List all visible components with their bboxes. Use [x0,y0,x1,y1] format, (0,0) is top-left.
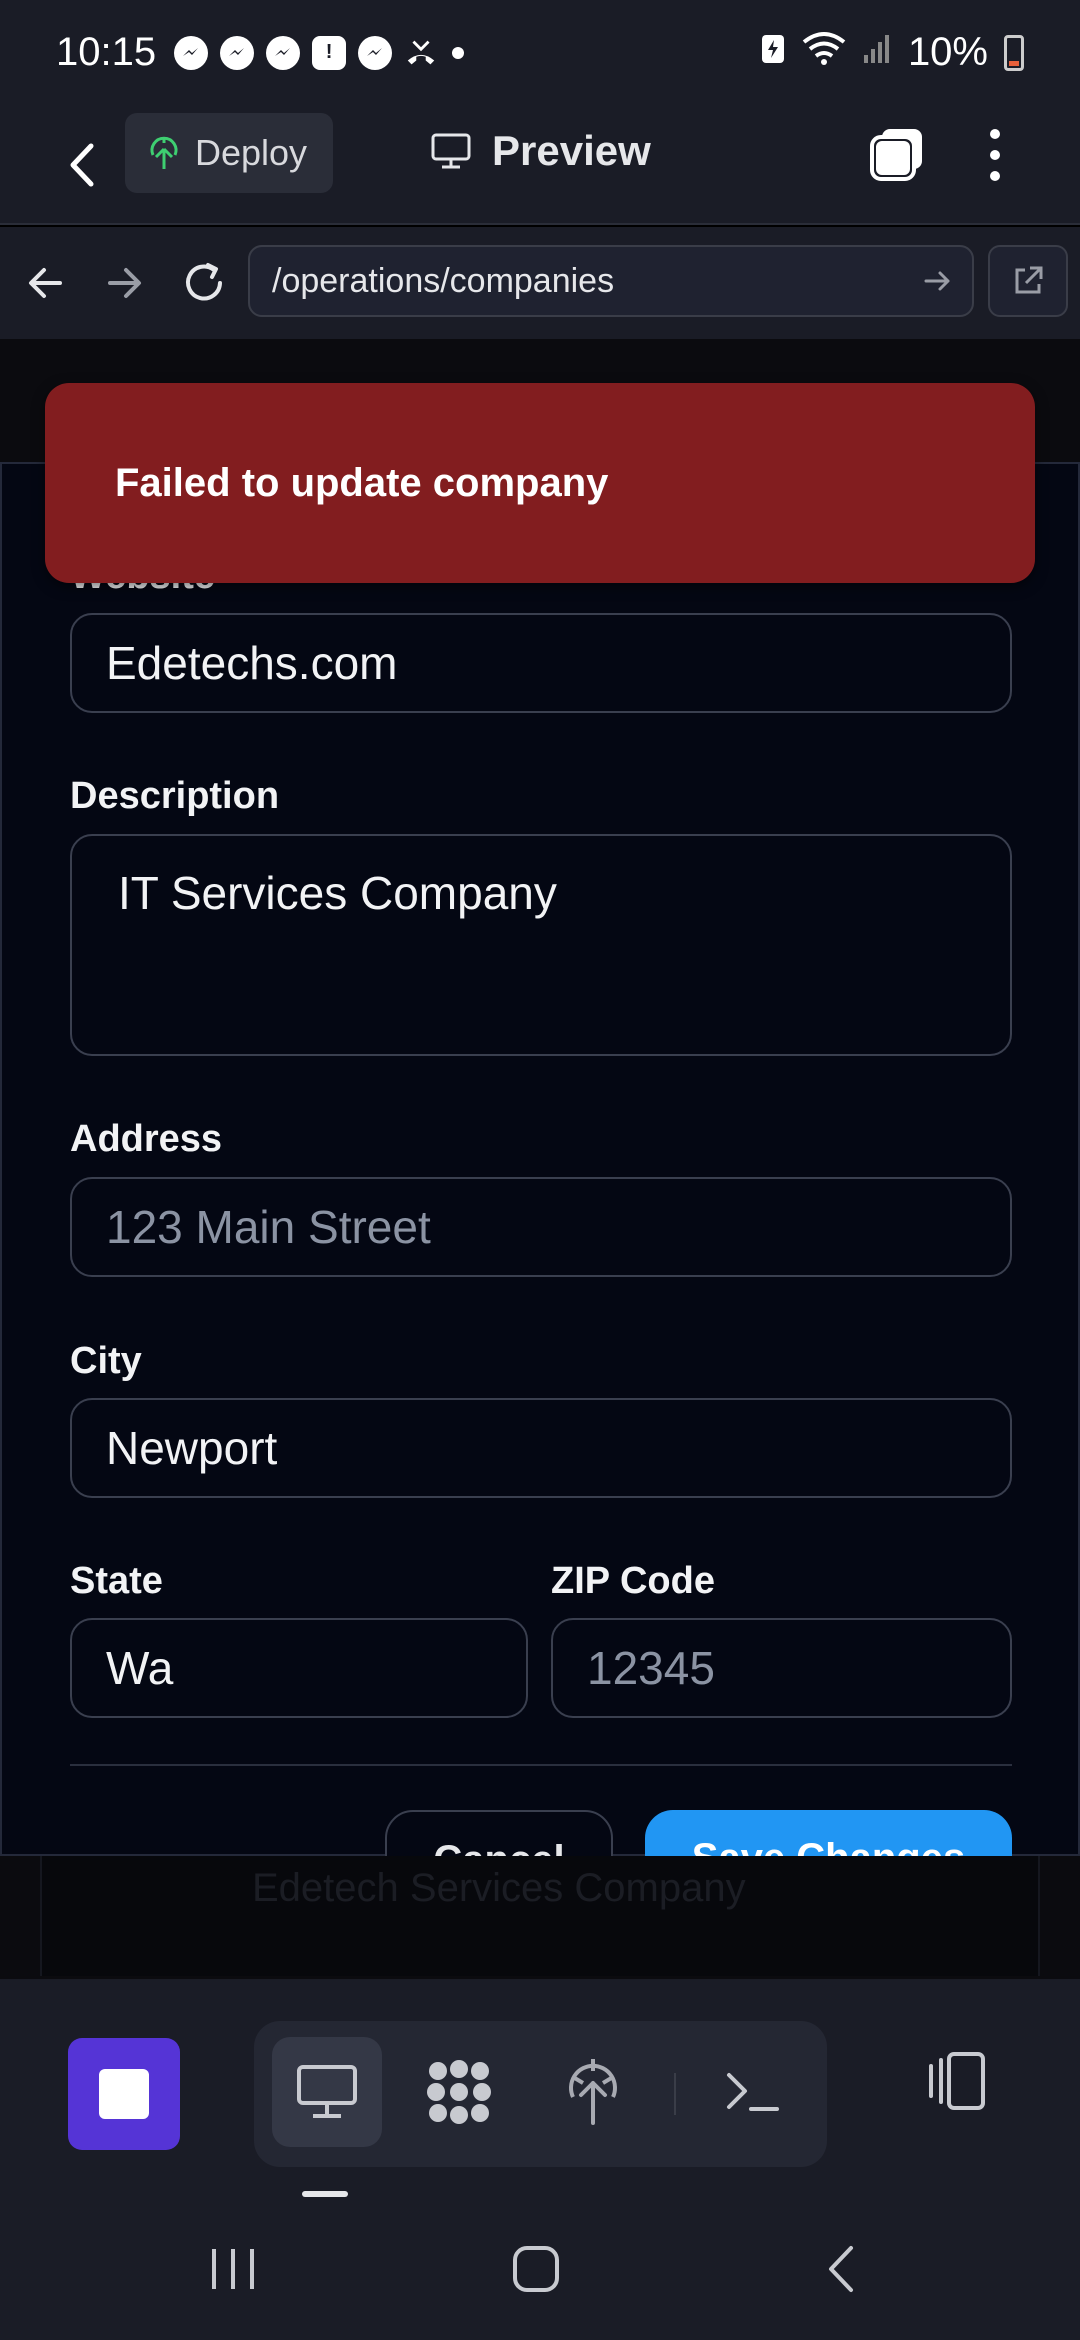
messenger-icon [266,35,301,70]
deploy-button[interactable]: Deploy [125,113,333,193]
deploy-label: Deploy [195,132,308,173]
go-arrow-icon[interactable] [922,265,954,297]
arrow-right-icon [108,268,141,298]
alert-icon: ! [312,35,347,70]
status-bar: 10:15 ! 10% [0,0,1080,105]
background-page-card: Edetech Services Company [40,1856,1040,1976]
more-dot [990,129,1000,139]
city-label: City [70,1340,142,1382]
city-input[interactable]: Newport [70,1398,1012,1498]
terminal-icon [727,2073,779,2111]
preview-title[interactable]: Preview [430,127,651,175]
view-switcher [254,2021,827,2167]
toast-message: Failed to update company [115,460,609,505]
url-text: /operations/companies [272,261,615,300]
stop-icon [99,2069,149,2119]
arrow-left-icon [29,268,62,298]
address-label: Address [70,1118,223,1160]
stop-button[interactable] [68,2038,180,2150]
chevron-left-icon [70,143,94,187]
app-bar: Deploy Preview [0,105,1080,225]
browser-back-button[interactable] [20,257,72,309]
state-label: State [70,1560,163,1602]
desktop-view-button[interactable] [272,2037,382,2147]
status-time: 10:15 [56,30,157,74]
devices-button[interactable] [916,2041,996,2121]
reload-icon [186,263,222,301]
system-navigation-bar [0,2199,1080,2340]
back-button[interactable] [52,135,112,195]
url-input[interactable]: /operations/companies [248,245,974,317]
home-icon [513,2246,559,2292]
monitor-icon [431,133,471,169]
deploy-icon [150,136,178,169]
home-button[interactable] [496,2239,576,2299]
preview-label: Preview [492,127,651,174]
missed-call-icon [404,36,438,70]
reload-button[interactable] [178,257,230,309]
deploy-icon [569,2059,617,2125]
battery-text: 10% [907,30,988,74]
address-input[interactable]: 123 Main Street [70,1177,1012,1277]
more-dot [990,150,1000,160]
description-label: Description [70,775,280,817]
background-company-name: Edetech Services Company [252,1866,746,1910]
terminal-view-button[interactable] [698,2037,808,2147]
state-input[interactable]: Wa [70,1618,528,1718]
recent-apps-button[interactable] [193,2239,273,2299]
messenger-icon [220,35,255,70]
tabs-icon [870,129,922,181]
website-input[interactable]: Edetechs.com [70,613,1012,713]
recent-apps-icon [212,2249,254,2289]
description-textarea[interactable]: IT Services Company [70,834,1012,1056]
error-toast[interactable]: Failed to update company [45,383,1035,583]
battery-saver-icon [760,30,786,75]
desktop-icon [297,2065,357,2118]
messenger-icon [174,35,209,70]
apps-icon [427,2060,491,2124]
wifi-icon [802,30,846,76]
notification-icons: ! [174,35,466,70]
signal-icon [862,30,892,75]
back-icon [829,2246,853,2292]
battery-icon [1004,34,1024,71]
deploy-view-button[interactable] [538,2037,648,2147]
browser-nav-bar: /operations/companies [0,227,1080,339]
toolbar-separator [674,2073,676,2115]
zip-input[interactable]: 12345 [551,1618,1012,1718]
browser-forward-button[interactable] [98,257,150,309]
more-options-button[interactable] [975,125,1015,185]
zip-label: ZIP Code [551,1560,715,1602]
more-dot [990,171,1000,181]
external-link-icon [1015,266,1043,294]
messenger-icon [358,35,393,70]
tabs-button[interactable] [868,125,926,183]
open-external-button[interactable] [988,245,1068,317]
status-right: 10% [760,30,1024,76]
dot-icon [450,36,466,70]
form-divider [70,1764,1012,1766]
system-back-button[interactable] [800,2239,880,2299]
apps-view-button[interactable] [404,2037,514,2147]
active-tab-indicator [302,2191,348,2197]
devices-icon [929,2052,985,2110]
bottom-toolbar [0,1979,1080,2199]
